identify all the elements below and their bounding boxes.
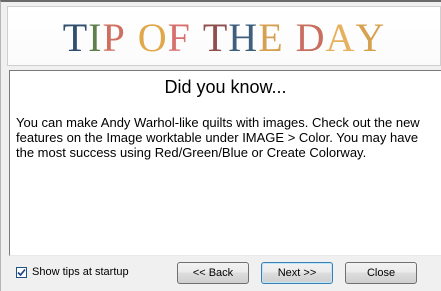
show-tips-checkbox[interactable] xyxy=(16,266,27,278)
tip-body: You can make Andy Warhol-like quilts wit… xyxy=(16,115,420,160)
banner-letter: F xyxy=(167,14,191,60)
tip-panel: Did you know... You can make Andy Warhol… xyxy=(9,70,441,256)
banner-letter: P xyxy=(102,14,126,60)
banner-letter: T xyxy=(62,14,89,60)
tip-banner: TIP OF THE DAY xyxy=(7,6,441,66)
banner-letter: A xyxy=(325,14,356,60)
close-button[interactable]: Close xyxy=(345,262,417,284)
banner-letter: O xyxy=(137,14,168,60)
tip-heading: Did you know... xyxy=(164,77,287,97)
next-button[interactable]: Next >> xyxy=(261,262,333,284)
show-tips-checkbox-row[interactable]: Show tips at startup xyxy=(16,266,129,278)
banner-letter: D xyxy=(295,14,326,60)
banner-letter: H xyxy=(228,14,259,60)
checkmark-icon xyxy=(17,268,26,276)
tip-of-the-day-dialog: TIP OF THE DAY Did you know... You can m… xyxy=(0,0,441,291)
banner-letter: Y xyxy=(355,14,386,60)
banner-letter: T xyxy=(202,14,229,60)
banner-title: TIP OF THE DAY xyxy=(63,14,386,61)
show-tips-label: Show tips at startup xyxy=(32,266,129,278)
banner-letter: I xyxy=(88,14,103,60)
banner-letter: E xyxy=(258,14,284,60)
back-button[interactable]: << Back xyxy=(177,262,249,284)
